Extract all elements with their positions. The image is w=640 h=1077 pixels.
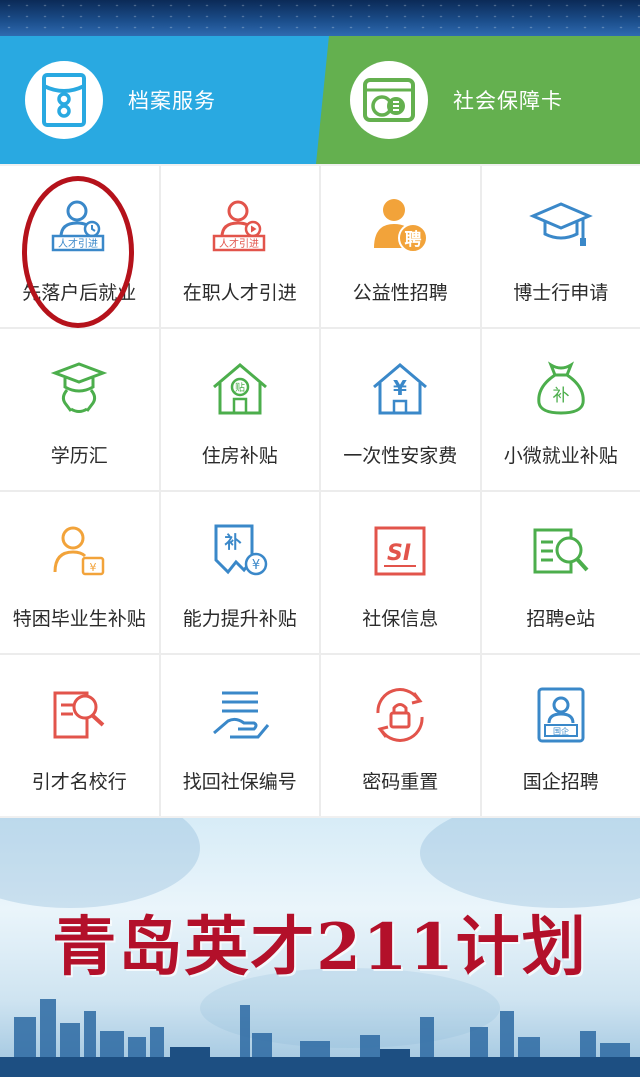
svg-text:¥: ¥ (252, 558, 260, 573)
grid-item-label: 国企招聘 (522, 771, 599, 793)
recruit-badge: 聘 (405, 229, 422, 250)
grid-item-label: 住房补贴 (201, 445, 278, 467)
grid-item-poor-grad-subsidy[interactable]: ¥ 特困毕业生补贴 (0, 492, 159, 653)
grid-item-social-insurance[interactable]: SI 社保信息 (321, 492, 480, 653)
micro-subsidy-badge: 补 (552, 386, 569, 406)
talent-intro-person-icon: 人才引进 (47, 194, 111, 258)
grid-item-label: 密码重置 (362, 771, 439, 793)
person-card-icon: ¥ (47, 520, 111, 584)
archive-folder-icon (25, 61, 103, 139)
grid-item-phd-apply[interactable]: 博士行申请 (481, 166, 640, 327)
grid-item-label: 先落户后就业 (22, 282, 137, 304)
grid-item-label: 公益性招聘 (352, 282, 448, 304)
money-bag-icon: 补 (529, 357, 593, 421)
settling-fee-badge: ¥ (393, 376, 407, 400)
grid-item-campus-tour[interactable]: 引才名校行 (0, 655, 159, 816)
subsidy-certificate-icon: 补 ¥ (208, 520, 272, 584)
service-banner: 档案服务 社会保障卡 (0, 36, 640, 164)
grid-item-micro-subsidy[interactable]: 补 小微就业补贴 (481, 329, 640, 490)
social-security-card-icon (350, 61, 428, 139)
grid-item-label: 特困毕业生补贴 (12, 608, 146, 630)
talent-intro-badge: 人才引进 (58, 237, 98, 250)
grid-item-settle-then-employ[interactable]: 人才引进 先落户后就业 (0, 166, 159, 327)
document-search-icon (47, 683, 111, 747)
grid-item-password-reset[interactable]: 密码重置 (321, 655, 480, 816)
grid-item-label: 引才名校行 (31, 771, 127, 793)
top-decorative-strip (0, 0, 640, 36)
archive-service-label: 档案服务 (128, 89, 216, 113)
promo-banner[interactable]: 青岛英才211计划 (0, 818, 640, 1077)
lock-refresh-icon (368, 683, 432, 747)
talent-intro-video-icon: 人才引进 (208, 194, 272, 258)
house-yuan-icon: ¥ (368, 357, 432, 421)
social-card-button[interactable]: 社会保障卡 (316, 36, 640, 164)
grid-item-label: 学历汇 (50, 445, 108, 467)
grid-item-public-recruit[interactable]: 聘 公益性招聘 (321, 166, 480, 327)
social-insurance-icon: SI (368, 520, 432, 584)
archive-service-button[interactable]: 档案服务 (0, 36, 330, 164)
grid-item-label: 在职人才引进 (182, 282, 297, 304)
grid-item-soe-recruit[interactable]: 国企 国企招聘 (481, 655, 640, 816)
hand-list-icon (208, 683, 272, 747)
social-insurance-badge: SI (387, 541, 411, 566)
talent-intro-badge: 人才引进 (219, 237, 259, 250)
house-subsidy-icon: 贴 (208, 357, 272, 421)
graduate-person-icon (47, 357, 111, 421)
grid-item-label: 社保信息 (362, 608, 439, 630)
grid-item-label: 博士行申请 (513, 282, 609, 304)
graduation-cap-icon (528, 194, 593, 258)
skill-subsidy-badge: 补 (223, 532, 241, 553)
grid-item-label: 找回社保编号 (182, 771, 297, 793)
poor-grad-badge: ¥ (90, 561, 97, 574)
soe-badge: 国企 (553, 726, 569, 736)
city-skyline (0, 999, 640, 1077)
grid-item-settling-fee[interactable]: ¥ 一次性安家费 (321, 329, 480, 490)
function-grid: 人才引进 先落户后就业 人才引进 在职人才引进 聘 公益性招聘 博士行申请 学历… (0, 166, 640, 816)
grid-item-label: 小微就业补贴 (503, 445, 618, 467)
grid-item-recover-ss-number[interactable]: 找回社保编号 (160, 655, 319, 816)
grid-item-label: 能力提升补贴 (182, 608, 297, 630)
grid-item-label: 招聘e站 (526, 608, 596, 630)
housing-badge: 贴 (235, 381, 245, 394)
grid-item-skill-subsidy[interactable]: 补 ¥ 能力提升补贴 (160, 492, 319, 653)
grid-item-label: 一次性安家费 (343, 445, 458, 467)
state-enterprise-icon: 国企 (529, 683, 593, 747)
social-card-label: 社会保障卡 (453, 89, 563, 113)
banner-title: 青岛英才211计划 (52, 910, 588, 985)
recruit-person-icon: 聘 (368, 194, 432, 258)
search-list-icon (529, 520, 593, 584)
grid-item-talent-intro[interactable]: 人才引进 在职人才引进 (160, 166, 319, 327)
grid-item-recruit-station[interactable]: 招聘e站 (481, 492, 640, 653)
grid-item-housing-subsidy[interactable]: 贴 住房补贴 (160, 329, 319, 490)
grid-item-xueli[interactable]: 学历汇 (0, 329, 159, 490)
